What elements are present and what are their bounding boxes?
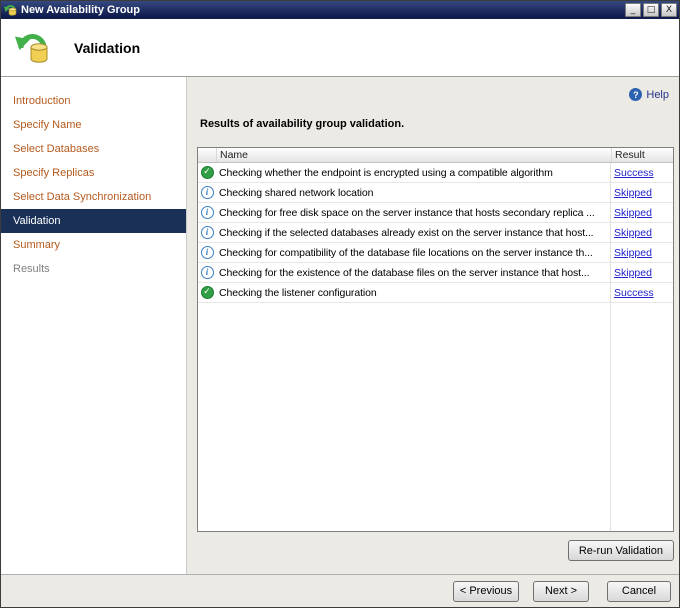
name-column-header: Name <box>216 148 611 162</box>
validation-panel: ? Help Results of availability group val… <box>187 77 679 574</box>
result-link[interactable]: Success <box>614 287 654 299</box>
validation-results-heading: Results of availability group validation… <box>200 118 405 130</box>
sidebar-item-validation[interactable]: Validation <box>1 209 186 233</box>
window-title: New Availability Group <box>21 4 140 16</box>
sidebar-item-select-databases[interactable]: Select Databases <box>1 137 186 161</box>
minimize-button[interactable]: _ <box>625 3 641 17</box>
sidebar-item-results: Results <box>1 257 186 281</box>
check-name: Checking for the existence of the databa… <box>219 266 590 279</box>
rerun-validation-button[interactable]: Re-run Validation <box>567 540 674 561</box>
info-icon: i <box>200 246 214 259</box>
check-name: Checking for free disk space on the serv… <box>219 206 595 219</box>
sidebar-item-introduction[interactable]: Introduction <box>1 89 186 113</box>
sidebar-item-label: Select Databases <box>13 143 100 155</box>
previous-button[interactable]: < Previous <box>453 580 519 602</box>
result-link[interactable]: Skipped <box>614 207 652 219</box>
sidebar-item-select-data-synchronization[interactable]: Select Data Synchronization <box>1 185 186 209</box>
success-icon: ✓ <box>200 286 214 299</box>
help-link[interactable]: ? Help <box>629 88 669 101</box>
cancel-button[interactable]: Cancel <box>607 580 671 602</box>
wizard-header: Validation <box>1 19 679 77</box>
sidebar-item-label: Validation <box>13 215 61 227</box>
sidebar-item-label: Results <box>13 263 50 275</box>
check-name: Checking the listener configuration <box>219 286 377 299</box>
table-row[interactable]: i Checking for free disk space on the se… <box>198 203 673 223</box>
status-icon-column-header <box>198 148 216 162</box>
result-link[interactable]: Skipped <box>614 187 652 199</box>
check-name: Checking shared network location <box>219 186 374 199</box>
wizard-footer: < Previous Next > Cancel <box>1 574 679 607</box>
result-link[interactable]: Skipped <box>614 247 652 259</box>
new-availability-group-window: New Availability Group _ □ X Validation … <box>0 0 680 608</box>
titlebar[interactable]: New Availability Group _ □ X <box>1 1 679 19</box>
result-link[interactable]: Skipped <box>614 267 652 279</box>
close-button[interactable]: X <box>661 3 677 17</box>
check-name: Checking for compatibility of the databa… <box>219 246 593 259</box>
sidebar-item-specify-replicas[interactable]: Specify Replicas <box>1 161 186 185</box>
info-icon: i <box>200 226 214 239</box>
page-title: Validation <box>74 39 141 56</box>
availability-group-app-icon <box>4 4 17 17</box>
help-label: Help <box>646 88 669 101</box>
table-row[interactable]: i Checking if the selected databases alr… <box>198 223 673 243</box>
table-row[interactable]: i Checking shared network location Skipp… <box>198 183 673 203</box>
maximize-button[interactable]: □ <box>643 3 659 17</box>
result-link[interactable]: Success <box>614 167 654 179</box>
success-icon: ✓ <box>200 166 214 179</box>
check-name: Checking if the selected databases alrea… <box>219 226 594 239</box>
info-icon: i <box>200 206 214 219</box>
validation-results-table: Name Result ✓ Checking whether the endpo… <box>197 147 674 532</box>
info-icon: i <box>200 186 214 199</box>
availability-group-header-icon <box>14 29 52 67</box>
table-row[interactable]: i Checking for the existence of the data… <box>198 263 673 283</box>
help-icon: ? <box>629 88 643 101</box>
sidebar-item-label: Specify Name <box>13 119 82 131</box>
info-icon: i <box>200 266 214 279</box>
table-header-row: Name Result <box>198 148 673 163</box>
sidebar-item-label: Specify Replicas <box>13 167 95 179</box>
table-body: ✓ Checking whether the endpoint is encry… <box>198 163 673 531</box>
table-row[interactable]: ✓ Checking whether the endpoint is encry… <box>198 163 673 183</box>
check-name: Checking whether the endpoint is encrypt… <box>219 166 553 179</box>
table-row[interactable]: ✓ Checking the listener configuration Su… <box>198 283 673 303</box>
sidebar-item-label: Select Data Synchronization <box>13 191 152 203</box>
wizard-steps-sidebar: Introduction Specify Name Select Databas… <box>1 77 187 574</box>
table-row[interactable]: i Checking for compatibility of the data… <box>198 243 673 263</box>
result-link[interactable]: Skipped <box>614 227 652 239</box>
sidebar-item-label: Summary <box>13 239 61 251</box>
sidebar-item-summary[interactable]: Summary <box>1 233 186 257</box>
result-column-header: Result <box>611 148 673 162</box>
sidebar-item-label: Introduction <box>13 95 71 107</box>
next-button[interactable]: Next > <box>533 580 589 602</box>
sidebar-item-specify-name[interactable]: Specify Name <box>1 113 186 137</box>
